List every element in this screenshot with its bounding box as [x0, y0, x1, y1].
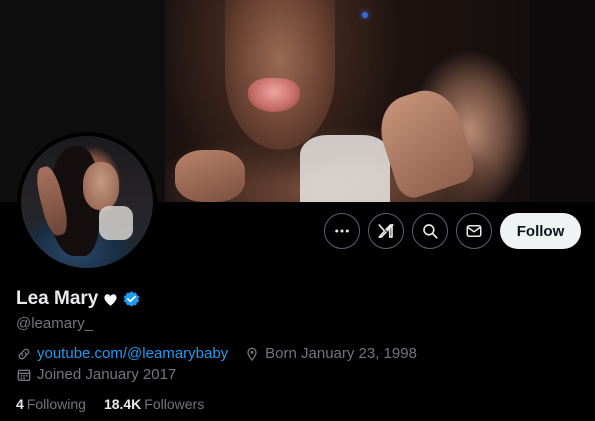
- banner-shadow-right: [530, 0, 595, 202]
- profile-link[interactable]: youtube.com/@leamarybaby: [37, 345, 228, 362]
- heart-on-fire-emoji-icon: [104, 293, 117, 306]
- following-label: Following: [26, 396, 86, 412]
- banner-mouth: [248, 78, 300, 112]
- avatar-face: [83, 162, 119, 210]
- followers-link[interactable]: 18.4K Followers: [104, 396, 204, 412]
- link-icon: [18, 348, 30, 359]
- followers-label: Followers: [144, 396, 205, 412]
- verified-badge-icon[interactable]: [122, 290, 141, 309]
- search-icon: [423, 224, 438, 239]
- calendar-icon: [17, 369, 31, 381]
- follow-stats: 4 Following 18.4K Followers: [16, 396, 222, 412]
- joined-date: Joined January 2017: [37, 366, 177, 383]
- avatar[interactable]: [17, 132, 157, 272]
- avatar-top: [99, 206, 133, 240]
- followers-count: 18.4K: [103, 396, 142, 412]
- following-link[interactable]: 4 Following: [16, 396, 86, 412]
- more-icon: [335, 229, 349, 233]
- banner-hand: [175, 150, 245, 202]
- name-row: Lea Mary: [16, 287, 141, 311]
- banner-top: [300, 135, 390, 202]
- profile-meta-row: youtube.com/@leamarybaby Born January 23…: [16, 345, 417, 362]
- banner-face: [225, 0, 335, 150]
- birthday-location-icon: [247, 347, 257, 361]
- joined-row: Joined January 2017: [16, 366, 176, 383]
- grok-button[interactable]: [368, 213, 404, 249]
- more-button[interactable]: [324, 213, 360, 249]
- banner-light: [362, 12, 368, 18]
- following-count: 4: [16, 396, 24, 412]
- user-handle: @leamary_: [16, 315, 93, 332]
- born-date: Born January 23, 1998: [265, 345, 417, 362]
- display-name: Lea Mary: [16, 288, 99, 309]
- grok-icon: [378, 224, 394, 238]
- search-button[interactable]: [412, 213, 448, 249]
- message-button[interactable]: [456, 213, 492, 249]
- envelope-icon: [466, 225, 482, 237]
- follow-button[interactable]: Follow: [500, 213, 581, 249]
